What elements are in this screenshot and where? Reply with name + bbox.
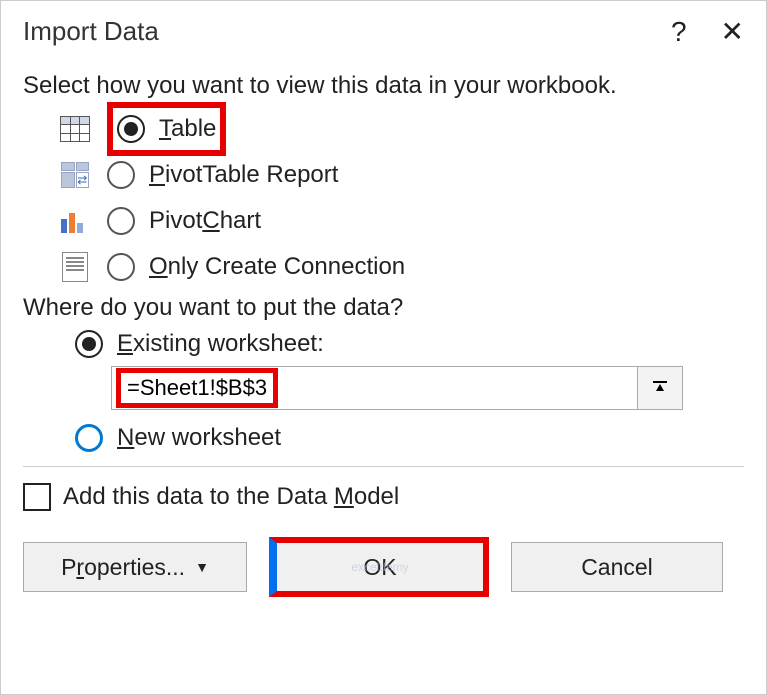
checkbox-datamodel[interactable] xyxy=(23,483,51,511)
label-table: Table xyxy=(159,115,216,143)
radio-table[interactable] xyxy=(117,115,145,143)
pivotchart-icon xyxy=(57,209,93,233)
radio-new-worksheet[interactable] xyxy=(75,424,103,452)
collapse-icon xyxy=(651,379,669,397)
label-existing-worksheet: Existing worksheet: xyxy=(117,330,324,358)
cell-reference-wrap: =Sheet1!$B$3 xyxy=(111,366,683,410)
radio-existing-worksheet[interactable] xyxy=(75,330,103,358)
properties-button[interactable]: Properties... ▼ xyxy=(23,542,247,592)
label-new-worksheet: New worksheet xyxy=(117,424,281,452)
separator xyxy=(23,466,744,467)
option-connection-row: Only Create Connection xyxy=(57,246,744,288)
datamodel-row: Add this data to the Data Model xyxy=(23,483,744,511)
table-icon xyxy=(57,116,93,142)
dialog-title: Import Data xyxy=(23,16,159,47)
pivottable-icon: ⇄ xyxy=(57,162,93,188)
ok-button[interactable]: OK exceldemy xyxy=(269,537,489,597)
collapse-dialog-button[interactable] xyxy=(638,366,683,410)
import-data-dialog: Import Data ? ✕ Select how you want to v… xyxy=(0,0,767,695)
help-button[interactable]: ? xyxy=(671,16,687,48)
cell-reference-input[interactable]: =Sheet1!$B$3 xyxy=(111,366,638,410)
document-icon xyxy=(57,252,93,282)
chevron-down-icon: ▼ xyxy=(195,559,209,575)
cell-reference-value: =Sheet1!$B$3 xyxy=(116,368,278,408)
label-pivotchart: PivotChart xyxy=(149,207,261,235)
cancel-button[interactable]: Cancel xyxy=(511,542,723,592)
radio-pivottable[interactable] xyxy=(107,161,135,189)
button-row: Properties... ▼ OK exceldemy Cancel xyxy=(23,537,744,597)
option-pivottable-row: ⇄ PivotTable Report xyxy=(57,154,744,196)
label-datamodel: Add this data to the Data Model xyxy=(63,483,399,511)
location-section-label: Where do you want to put the data? xyxy=(23,294,744,322)
view-section-label: Select how you want to view this data in… xyxy=(23,72,744,100)
option-table-row: Table xyxy=(57,108,744,150)
option-pivotchart-row: PivotChart xyxy=(57,200,744,242)
radio-connection[interactable] xyxy=(107,253,135,281)
radio-pivotchart[interactable] xyxy=(107,207,135,235)
option-new-row: New worksheet xyxy=(75,424,744,452)
close-button[interactable]: ✕ xyxy=(721,15,744,48)
titlebar: Import Data ? ✕ xyxy=(23,15,744,48)
label-pivottable: PivotTable Report xyxy=(149,161,338,189)
label-connection: Only Create Connection xyxy=(149,253,405,281)
option-existing-row: Existing worksheet: xyxy=(75,330,744,358)
